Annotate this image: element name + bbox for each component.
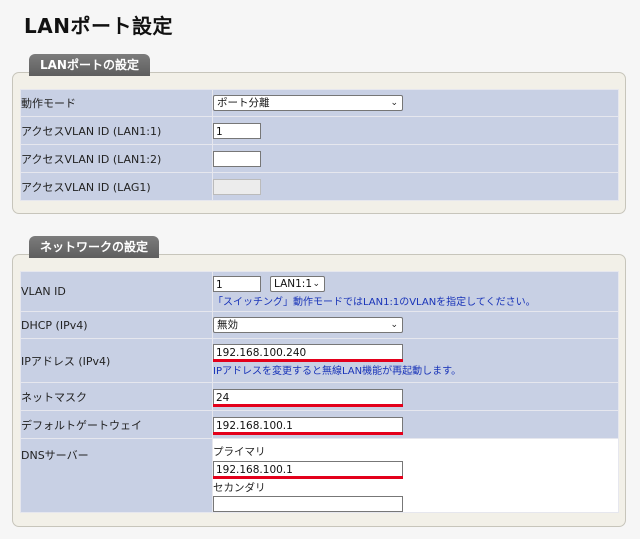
ip-row: IPアドレス (IPv4) 192.168.100.240 IPアドレスを変更す… <box>20 338 619 383</box>
gateway-row: デフォルトゲートウェイ 192.168.100.1 <box>20 410 619 439</box>
dns-row: DNSサーバー プライマリ 192.168.100.1 セカンダリ <box>20 438 619 513</box>
vlan-lan12-cell <box>212 144 619 173</box>
dns-primary-highlight-line <box>213 476 403 479</box>
network-section-tab: ネットワークの設定 <box>29 236 160 258</box>
ip-input[interactable]: 192.168.100.240 <box>213 344 403 360</box>
ip-cell: 192.168.100.240 IPアドレスを変更すると無線LAN機能が再起動し… <box>212 338 619 383</box>
dhcp-select-value: 無効 <box>217 319 238 331</box>
mode-cell: ポート分離 ⌄ <box>212 89 619 117</box>
network-section: ネットワークの設定 VLAN ID 1 LAN1:1 ⌄ 「スイッチング」動作モ… <box>12 236 626 527</box>
dns-primary-input[interactable]: 192.168.100.1 <box>213 461 403 477</box>
netmask-row: ネットマスク 24 <box>20 382 619 411</box>
vlan-lag1-row: アクセスVLAN ID (LAG1) <box>20 172 619 201</box>
vlan-id-cell: 1 LAN1:1 ⌄ 「スイッチング」動作モードではLAN1:1のVLANを指定… <box>212 271 619 312</box>
vlan-lag1-label: アクセスVLAN ID (LAG1) <box>20 172 213 201</box>
vlan-lan12-label: アクセスVLAN ID (LAN1:2) <box>20 144 213 173</box>
netmask-input[interactable]: 24 <box>213 388 403 405</box>
lan-port-table: 動作モード ポート分離 ⌄ アクセスVLAN ID (LAN1:1) 1 アクセ… <box>20 89 619 201</box>
gateway-input[interactable]: 192.168.100.1 <box>213 416 403 433</box>
dns-secondary-label: セカンダリ <box>213 482 266 494</box>
ip-field-wrap: 192.168.100.240 <box>213 344 403 362</box>
dhcp-cell: 無効 ⌄ <box>212 311 619 339</box>
dns-secondary-input[interactable] <box>213 496 403 512</box>
vlan-lan11-input[interactable]: 1 <box>213 122 261 139</box>
chevron-down-icon: ⌄ <box>390 98 398 108</box>
vlan-lan12-input[interactable] <box>213 150 261 167</box>
gateway-label: デフォルトゲートウェイ <box>20 410 213 439</box>
gateway-field-wrap: 192.168.100.1 <box>213 416 403 435</box>
dns-primary-wrap: 192.168.100.1 <box>213 461 403 479</box>
mode-row: 動作モード ポート分離 ⌄ <box>20 89 619 117</box>
vlan-lag1-cell <box>212 172 619 201</box>
mode-select[interactable]: ポート分離 ⌄ <box>213 95 403 111</box>
netmask-highlight-line <box>213 403 403 407</box>
vlan-lan12-row: アクセスVLAN ID (LAN1:2) <box>20 144 619 173</box>
ip-note: IPアドレスを変更すると無線LAN機能が再起動します。 <box>213 366 462 377</box>
dhcp-row: DHCP (IPv4) 無効 ⌄ <box>20 311 619 339</box>
vlan-id-note: 「スイッチング」動作モードではLAN1:1のVLANを指定してください。 <box>213 296 536 308</box>
page-title: LANポート設定 <box>24 14 173 38</box>
vlan-id-input[interactable]: 1 <box>213 275 261 292</box>
vlan-lan11-cell: 1 <box>212 116 619 145</box>
dhcp-label: DHCP (IPv4) <box>20 311 213 339</box>
vlan-lag1-input <box>213 178 261 195</box>
netmask-label: ネットマスク <box>20 382 213 411</box>
ip-label: IPアドレス (IPv4) <box>20 338 213 383</box>
mode-select-value: ポート分離 <box>217 97 270 109</box>
mode-label: 動作モード <box>20 89 213 117</box>
dhcp-select[interactable]: 無効 ⌄ <box>213 317 403 333</box>
gateway-highlight-line <box>213 431 403 435</box>
lan-port-section-tab: LANポートの設定 <box>29 54 150 76</box>
netmask-cell: 24 <box>212 382 619 411</box>
dns-label: DNSサーバー <box>20 438 213 513</box>
vlan-port-select-value: LAN1:1 <box>274 277 313 290</box>
vlan-id-row: VLAN ID 1 LAN1:1 ⌄ 「スイッチング」動作モードではLAN1:1… <box>20 271 619 312</box>
dns-primary-label: プライマリ <box>213 446 266 458</box>
netmask-field-wrap: 24 <box>213 388 403 407</box>
ip-highlight-line <box>213 359 403 362</box>
lan-port-section: LANポートの設定 動作モード ポート分離 ⌄ アクセスVLAN ID (LAN… <box>12 54 626 214</box>
vlan-lan11-label: アクセスVLAN ID (LAN1:1) <box>20 116 213 145</box>
vlan-id-controls: 1 LAN1:1 ⌄ <box>213 275 618 292</box>
gateway-cell: 192.168.100.1 <box>212 410 619 439</box>
vlan-lan11-row: アクセスVLAN ID (LAN1:1) 1 <box>20 116 619 145</box>
dns-cell: プライマリ 192.168.100.1 セカンダリ <box>212 438 619 513</box>
vlan-port-select[interactable]: LAN1:1 ⌄ <box>270 275 325 292</box>
network-table: VLAN ID 1 LAN1:1 ⌄ 「スイッチング」動作モードではLAN1:1… <box>20 271 619 513</box>
vlan-id-label: VLAN ID <box>20 271 213 312</box>
chevron-down-icon: ⌄ <box>312 278 320 289</box>
chevron-down-icon: ⌄ <box>390 320 398 330</box>
